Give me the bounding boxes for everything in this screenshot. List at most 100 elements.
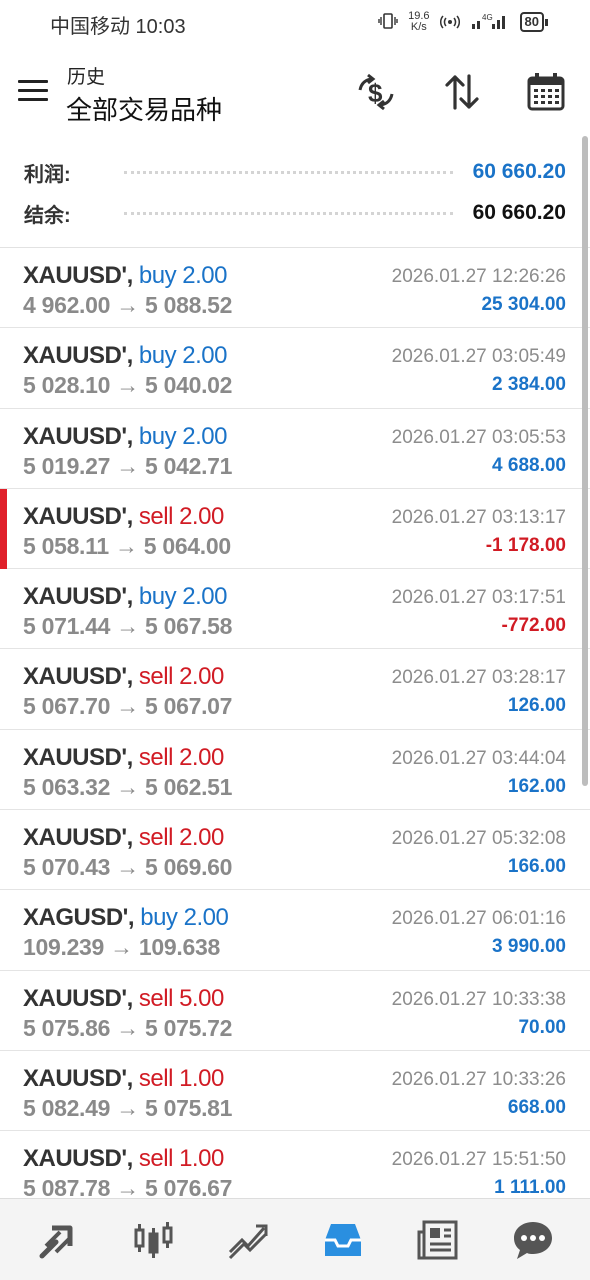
- profit-row: 利润: 60 660.20: [24, 152, 566, 192]
- trade-prices: 5 028.10 → 5 040.02: [23, 372, 233, 399]
- trade-symbol: XAUUSD': [23, 984, 127, 1012]
- trade-symbol: XAGUSD': [23, 904, 128, 932]
- dotted-leader: [124, 211, 453, 215]
- trade-profit: 162.00: [507, 775, 566, 797]
- separator: ,: [127, 904, 141, 932]
- signal-icon: 4G: [470, 12, 510, 33]
- battery-indicator: 80: [519, 12, 549, 32]
- vibrate-icon: [378, 12, 398, 33]
- chart-icon[interactable]: [125, 1212, 181, 1268]
- trade-symbol-line: XAUUSD', buy 2.00: [23, 262, 227, 290]
- trade-side-volume: buy 2.00: [138, 262, 228, 289]
- separator: ,: [126, 342, 139, 370]
- messages-icon[interactable]: [505, 1212, 561, 1268]
- trade-side-volume: buy 2.00: [138, 422, 228, 450]
- trade-prices: 5 071.44 → 5 067.58: [23, 613, 233, 640]
- trade-symbol: XAUUSD': [23, 262, 127, 289]
- trade-time: 2026.01.27 03:05:53: [391, 426, 566, 448]
- trade-side-volume: buy 2.00: [138, 342, 228, 370]
- trade-symbol: XAUUSD': [23, 824, 127, 852]
- trade-prices: 5 082.49 → 5 075.81: [23, 1094, 233, 1121]
- trade-time: 2026.01.27 03:17:51: [391, 587, 566, 609]
- trade-side-volume: sell 1.00: [138, 1064, 224, 1092]
- separator: ,: [126, 502, 139, 530]
- trade-symbol-line: XAUUSD', buy 2.00: [23, 342, 227, 370]
- balance-value: 60 660.20: [472, 201, 566, 224]
- profit-label: 利润:: [24, 163, 71, 186]
- trade-row[interactable]: XAUUSD', sell 2.00 5 067.70 → 5 067.07 202…: [0, 649, 590, 730]
- trade-prices: 5 075.86 → 5 075.72: [23, 1014, 233, 1041]
- trade-symbol-line: XAUUSD', buy 2.00: [23, 423, 227, 451]
- trade-time: 2026.01.27 05:32:08: [391, 828, 566, 850]
- trade-symbol: XAUUSD': [23, 583, 127, 611]
- trade-time: 2026.01.27 12:26:26: [391, 266, 566, 287]
- trade-profit: 126.00: [507, 695, 566, 717]
- trade-time: 2026.01.27 03:28:17: [391, 667, 566, 689]
- news-icon[interactable]: [410, 1212, 466, 1268]
- trade-symbol-line: XAUUSD', sell 2.00: [23, 824, 224, 852]
- trade-row[interactable]: XAUUSD', buy 2.00 5 028.10 → 5 040.02 2026…: [0, 328, 590, 409]
- summary-panel: 利润: 60 660.20 结余: 60 660.20: [0, 150, 590, 248]
- trade-side-volume: sell 2.00: [138, 743, 224, 771]
- quotes-icon[interactable]: [30, 1212, 86, 1268]
- trade-prices: 4 962.00 → 5 088.52: [23, 292, 233, 318]
- trade-prices: 5 070.43 → 5 069.60: [23, 854, 233, 881]
- trade-symbol-line: XAUUSD', buy 2.00: [23, 583, 227, 611]
- separator: ,: [126, 422, 139, 450]
- currency-exchange-icon[interactable]: $: [354, 70, 398, 114]
- trade-row[interactable]: XAUUSD', sell 2.00 5 070.43 → 5 069.60 202…: [0, 810, 590, 891]
- trade-time: 2026.01.27 03:13:17: [391, 506, 566, 528]
- trade-time: 2026.01.27 15:51:50: [391, 1149, 566, 1171]
- calendar-icon[interactable]: [524, 70, 568, 114]
- header-title[interactable]: 全部交易品种: [66, 90, 222, 127]
- scrollbar[interactable]: [582, 136, 588, 786]
- status-bar: 中国移动 10:03 19.6 K/s 4G 80: [0, 0, 590, 46]
- trade-symbol-line: XAUUSD', sell 2.00: [23, 744, 224, 772]
- trade-prices: 5 063.32 → 5 062.51: [23, 773, 233, 800]
- trade-profit: 668.00: [507, 1096, 566, 1118]
- trade-symbol: XAUUSD': [23, 1064, 127, 1092]
- trade-row[interactable]: XAGUSD', buy 2.00 109.239 → 109.638 2026.0…: [0, 890, 590, 971]
- separator: ,: [126, 743, 139, 771]
- trade-prices: 5 087.78 → 5 076.67: [23, 1175, 233, 1198]
- trade-row[interactable]: XAUUSD', sell 2.00 5 063.32 → 5 062.51 202…: [0, 730, 590, 811]
- trade-prices: 5 019.27 → 5 042.71: [23, 452, 233, 479]
- trade-row[interactable]: XAUUSD', sell 1.00 5 082.49 → 5 075.81 202…: [0, 1051, 590, 1132]
- trade-prices: 109.239 → 109.638: [23, 934, 220, 961]
- trade-row[interactable]: XAUUSD', sell 1.00 5 087.78 → 5 076.67 202…: [0, 1131, 590, 1198]
- app-header: 历史 全部交易品种 $: [0, 46, 590, 138]
- header-subtitle: 历史: [67, 67, 106, 88]
- trade-row[interactable]: XAUUSD', buy 2.00 5 019.27 → 5 042.71 2026…: [0, 409, 590, 489]
- trade-symbol-line: XAUUSD', sell 2.00: [23, 503, 224, 531]
- trade-symbol-line: XAUUSD', sell 5.00: [23, 985, 224, 1013]
- trade-time: 2026.01.27 03:05:49: [391, 346, 566, 368]
- hotspot-icon: [439, 12, 460, 33]
- trade-side-volume: sell 1.00: [138, 1145, 224, 1173]
- carrier-time: 中国移动 10:03: [50, 16, 186, 38]
- trade-profit: 166.00: [507, 856, 566, 878]
- history-icon[interactable]: [315, 1212, 371, 1268]
- separator: ,: [126, 1145, 139, 1173]
- trade-symbol: XAUUSD': [23, 1145, 127, 1173]
- trade-symbol-line: XAUUSD', sell 1.00: [23, 1145, 224, 1173]
- trade-row[interactable]: XAUUSD', buy 2.00 4 962.00 → 5 088.52 2026…: [0, 248, 590, 329]
- trade-row[interactable]: XAUUSD', buy 2.00 5 071.44 → 5 067.58 2026…: [0, 569, 590, 650]
- trade-row[interactable]: XAUUSD', sell 5.00 5 075.86 → 5 075.72 202…: [0, 971, 590, 1051]
- trade-history-list[interactable]: XAUUSD', buy 2.00 4 962.00 → 5 088.52 2026…: [0, 248, 590, 1198]
- trade-profit: 1 111.00: [494, 1177, 566, 1198]
- trade-icon[interactable]: [220, 1212, 276, 1268]
- trade-symbol: XAUUSD': [23, 422, 127, 450]
- trade-symbol: XAUUSD': [23, 743, 127, 771]
- trade-profit: 2 384.00: [492, 374, 566, 396]
- trade-prices: 5 067.70 → 5 067.07: [23, 693, 233, 720]
- trade-time: 2026.01.27 10:33:26: [391, 1068, 566, 1090]
- sort-icon[interactable]: [440, 70, 484, 114]
- separator: ,: [126, 984, 139, 1012]
- balance-row: 结余: 60 660.20: [24, 193, 566, 233]
- trade-profit: 4 688.00: [492, 454, 566, 476]
- trade-side-volume: sell 2.00: [138, 824, 224, 852]
- trade-row[interactable]: XAUUSD', sell 2.00 5 058.11 → 5 064.00 202…: [0, 488, 590, 570]
- trade-side-volume: sell 2.00: [138, 502, 224, 530]
- status-icons: 19.6 K/s 4G 80: [378, 11, 549, 33]
- menu-icon[interactable]: [18, 80, 48, 102]
